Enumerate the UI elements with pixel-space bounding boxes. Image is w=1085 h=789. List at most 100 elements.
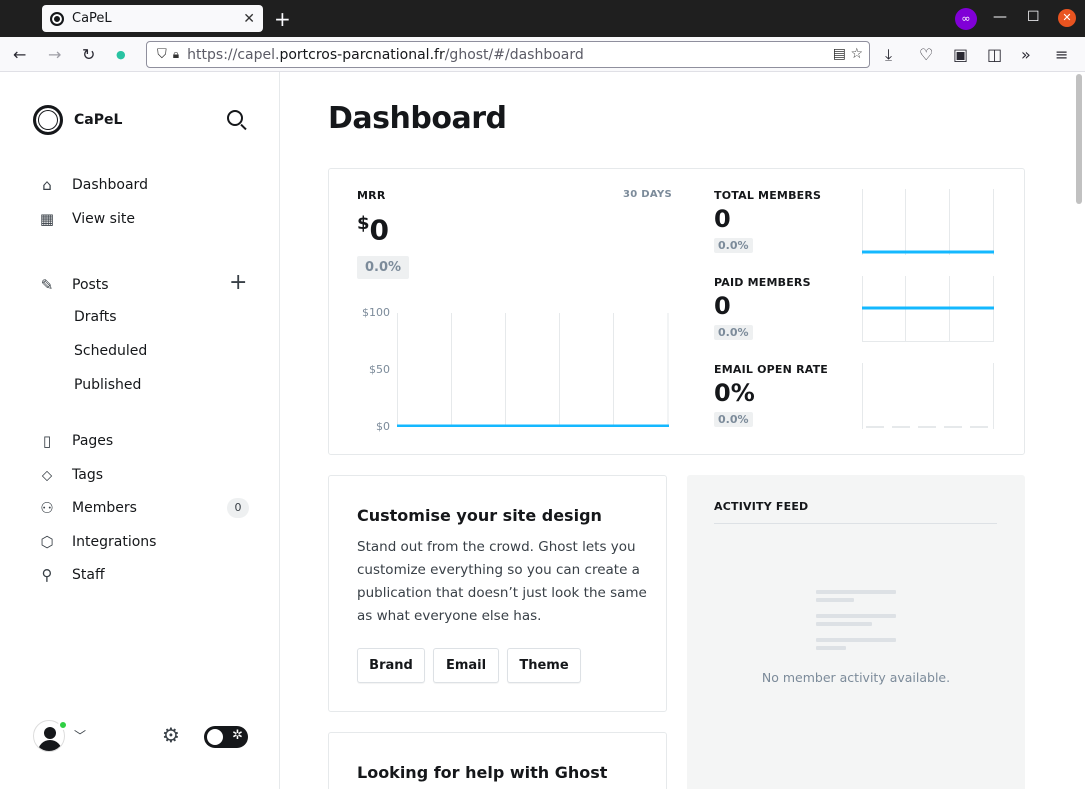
- sidebar-item-label: Staff: [72, 567, 105, 583]
- ghost-favicon-icon: [50, 11, 64, 26]
- y-tick-label: $100: [362, 306, 390, 319]
- home-icon: ⌂: [42, 176, 52, 194]
- main-content: Dashboard MRR 30 DAYS $0 0.0% $100 $50 $…: [280, 72, 1085, 789]
- email-open-rate-value: 0%: [714, 379, 755, 407]
- url-text: https://capel.portcros-parcnational.fr/g…: [187, 46, 584, 63]
- sidebar-item-label: Posts: [72, 277, 109, 293]
- menu-icon[interactable]: ≡: [1055, 45, 1068, 64]
- design-card-title: Customise your site design: [357, 506, 602, 525]
- sidebar-item-label: Members: [72, 500, 137, 516]
- sidebar-item-view-site[interactable]: ▦ View site: [38, 210, 135, 228]
- tab-close-icon[interactable]: ✕: [243, 11, 255, 27]
- avatar-head: [44, 727, 56, 739]
- url-bar[interactable]: ⛉ 🔒︎ https://capel.portcros-parcnational…: [146, 41, 870, 68]
- pencil-icon: ✎: [40, 276, 54, 294]
- y-tick-label: $0: [376, 420, 390, 433]
- sidebar-item-members[interactable]: ⚇ Members: [38, 499, 137, 517]
- y-tick-label: $50: [369, 363, 390, 376]
- tab-title: CaPeL: [72, 11, 112, 26]
- search-icon[interactable]: [227, 110, 243, 126]
- box-icon: ⬡: [40, 533, 54, 551]
- site-name: CaPeL: [74, 112, 123, 128]
- sidebar-toggle-icon[interactable]: ◫: [987, 45, 1002, 64]
- translate-icon[interactable]: ▣: [953, 45, 968, 64]
- dark-mode-toggle[interactable]: ✲: [204, 726, 248, 748]
- sidebar-item-label: Dashboard: [72, 177, 148, 193]
- maximize-button[interactable]: ☐: [1027, 9, 1040, 25]
- paid-members-sparkline: [862, 276, 994, 342]
- minimize-button[interactable]: —: [993, 9, 1007, 25]
- design-card-description: Stand out from the crowd. Ghost lets you…: [357, 539, 647, 624]
- pocket-icon[interactable]: ♡: [919, 45, 933, 64]
- sidebar-item-pages[interactable]: ▯ Pages: [38, 432, 113, 450]
- email-open-rate-change: 0.0%: [714, 412, 753, 427]
- staff-icon: ⚲: [41, 566, 53, 584]
- sidebar-item-label: Pages: [72, 433, 114, 449]
- customise-design-card: Customise your site design Stand out fro…: [328, 475, 667, 712]
- sidebar-item-tags[interactable]: ⬦ Tags: [38, 466, 103, 484]
- sidebar-item-integrations[interactable]: ⬡ Integrations: [38, 533, 156, 551]
- reload-icon[interactable]: ↻: [82, 45, 95, 64]
- help-card: Looking for help with Ghost: [328, 732, 667, 789]
- overflow-icon[interactable]: »: [1021, 45, 1031, 64]
- gear-icon[interactable]: ⚙: [162, 725, 180, 745]
- sidebar-subitem-published[interactable]: Published: [74, 377, 141, 393]
- new-tab-button[interactable]: +: [274, 7, 291, 31]
- chevron-down-icon[interactable]: ﹀: [74, 727, 86, 744]
- email-open-rate-label: EMAIL OPEN RATE: [714, 363, 829, 376]
- admin-sidebar: CaPeL ⌂ Dashboard ▦ View site ✎ Posts + …: [0, 72, 280, 789]
- stats-card: MRR 30 DAYS $0 0.0% $100 $50 $0 TOTAL ME…: [328, 168, 1025, 455]
- mrr-change: 0.0%: [357, 256, 410, 279]
- back-arrow-icon[interactable]: ←: [13, 45, 26, 64]
- extension-icon[interactable]: ●: [116, 48, 126, 61]
- sidebar-subitem-drafts[interactable]: Drafts: [74, 309, 117, 325]
- private-browsing-icon: ∞: [955, 8, 977, 30]
- mrr-chart: [397, 313, 669, 427]
- help-card-title: Looking for help with Ghost: [357, 763, 608, 782]
- sun-icon: ✲: [232, 728, 243, 743]
- activity-feed-title: ACTIVITY FEED: [714, 500, 809, 513]
- site-logo-icon: [33, 105, 63, 135]
- sidebar-item-label: View site: [72, 211, 135, 227]
- date-range-label[interactable]: 30 DAYS: [623, 189, 672, 200]
- layout-icon: ▦: [39, 210, 55, 228]
- sidebar-item-posts[interactable]: ✎ Posts: [38, 276, 109, 294]
- sidebar-item-label: Integrations: [72, 534, 157, 550]
- scrollbar[interactable]: [1076, 74, 1082, 204]
- sidebar-item-dashboard[interactable]: ⌂ Dashboard: [38, 176, 148, 194]
- email-button[interactable]: Email: [433, 648, 499, 683]
- brand-button[interactable]: Brand: [357, 648, 425, 683]
- activity-empty-message: No member activity available.: [761, 670, 951, 685]
- close-window-button[interactable]: ✕: [1058, 9, 1076, 27]
- sidebar-item-label: Tags: [72, 467, 103, 483]
- browser-nav-bar: ← → ↻ ● ⛉ 🔒︎ https://capel.portcros-parc…: [0, 37, 1085, 72]
- sidebar-item-staff[interactable]: ⚲ Staff: [38, 566, 105, 584]
- sidebar-subitem-scheduled[interactable]: Scheduled: [74, 343, 147, 359]
- download-icon[interactable]: ⤓: [885, 45, 892, 65]
- site-brand[interactable]: CaPeL: [33, 105, 122, 135]
- paid-members-label: PAID MEMBERS: [714, 276, 811, 289]
- lock-icon[interactable]: 🔒︎: [173, 47, 179, 62]
- reader-mode-icon[interactable]: ▤ ☆: [833, 46, 863, 62]
- toggle-knob: [207, 729, 223, 745]
- page-title: Dashboard: [328, 101, 507, 136]
- total-members-sparkline: [862, 189, 994, 255]
- total-members-change: 0.0%: [714, 238, 753, 253]
- email-open-rate-chart: [862, 363, 994, 429]
- total-members-value: 0: [714, 205, 731, 233]
- page-icon: ▯: [42, 432, 52, 450]
- avatar-body: [38, 740, 62, 751]
- mrr-label: MRR: [357, 189, 386, 202]
- new-post-plus-icon[interactable]: +: [229, 272, 247, 294]
- browser-tab[interactable]: CaPeL ✕: [42, 5, 263, 32]
- theme-button[interactable]: Theme: [507, 648, 581, 683]
- paid-members-value: 0: [714, 292, 731, 320]
- members-icon: ⚇: [40, 499, 54, 517]
- browser-tab-bar: CaPeL ✕ + ∞ — ☐ ✕: [0, 0, 1085, 37]
- paid-members-change: 0.0%: [714, 325, 753, 340]
- forward-arrow-icon[interactable]: →: [48, 45, 61, 64]
- mrr-value: $0: [357, 213, 390, 247]
- online-status-dot: [58, 720, 68, 730]
- activity-feed: ACTIVITY FEED No member activity availab…: [687, 475, 1025, 789]
- shield-icon[interactable]: ⛉: [157, 47, 167, 62]
